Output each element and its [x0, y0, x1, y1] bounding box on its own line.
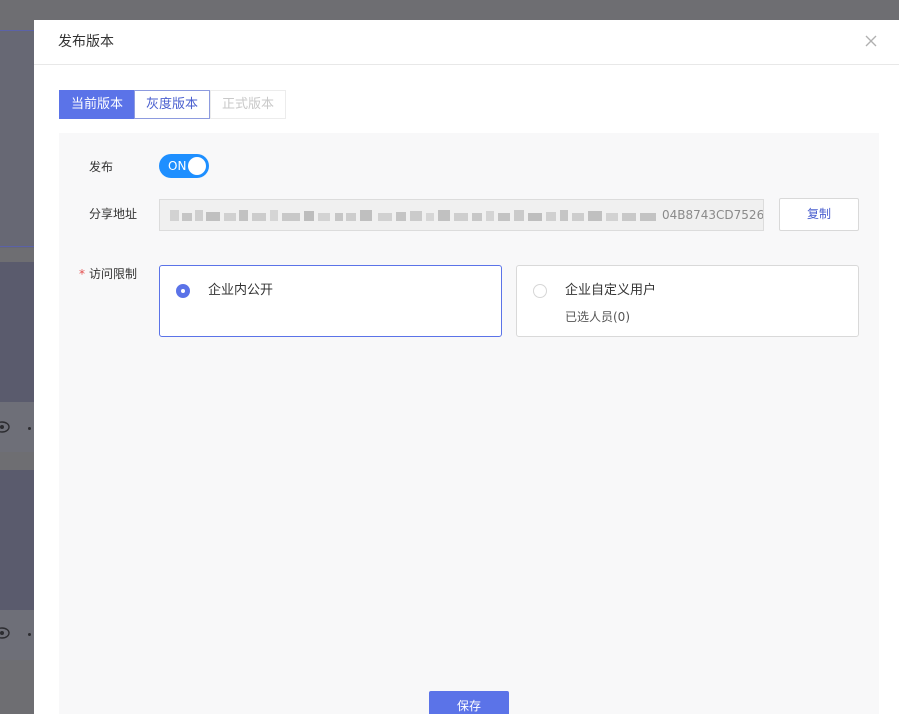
save-button[interactable]: 保存	[429, 691, 509, 714]
share-url-text: 04B8743CD7526	[662, 208, 764, 222]
eye-icon	[0, 421, 10, 433]
access-option-title: 企业自定义用户	[565, 283, 657, 298]
tab-release-version: 正式版本	[210, 90, 287, 119]
publish-toggle-knob	[188, 157, 206, 175]
version-tabs: 当前版本 灰度版本 正式版本	[59, 90, 287, 119]
access-restriction-text: 访问限制	[89, 267, 138, 281]
access-option-enterprise-public[interactable]: 企业内公开	[159, 265, 502, 337]
selected-users-count: 已选人员(0)	[565, 310, 630, 324]
eye-icon	[0, 627, 10, 639]
more-dot-icon	[28, 633, 31, 636]
background-divider	[0, 30, 34, 31]
close-icon[interactable]	[863, 33, 879, 49]
dialog-header: 发布版本	[34, 20, 899, 65]
background-card	[0, 470, 34, 610]
access-option-custom-users[interactable]: 企业自定义用户 已选人员(0)	[516, 265, 859, 337]
publish-toggle-text: ON	[168, 159, 187, 173]
background-panel	[0, 30, 34, 248]
dialog-title: 发布版本	[58, 34, 114, 50]
share-url-field[interactable]: 04B8743CD7526	[159, 199, 764, 231]
tab-gray-version[interactable]: 灰度版本	[134, 90, 211, 119]
share-url-label: 分享地址	[89, 207, 138, 221]
background-divider	[0, 246, 34, 247]
radio-checked-icon	[176, 284, 190, 298]
access-restriction-label: * 访问限制	[79, 266, 137, 282]
publish-label: 发布	[89, 160, 114, 174]
required-marker: *	[79, 267, 85, 281]
radio-unchecked-icon	[533, 284, 547, 298]
publish-version-dialog: 发布版本 当前版本 灰度版本 正式版本 发布 ON 分享地址 04B8743CD…	[34, 20, 899, 714]
publish-toggle[interactable]: ON	[159, 154, 209, 178]
copy-button[interactable]: 复制	[779, 198, 859, 231]
tab-current-version[interactable]: 当前版本	[59, 90, 136, 119]
more-dot-icon	[28, 427, 31, 430]
access-option-title: 企业内公开	[208, 283, 274, 298]
share-url-obscured	[170, 210, 656, 221]
version-settings-panel: 发布 ON 分享地址 04B8743CD7526 复制 * 访问限制 企业内公开…	[59, 133, 879, 714]
background-card	[0, 262, 34, 402]
